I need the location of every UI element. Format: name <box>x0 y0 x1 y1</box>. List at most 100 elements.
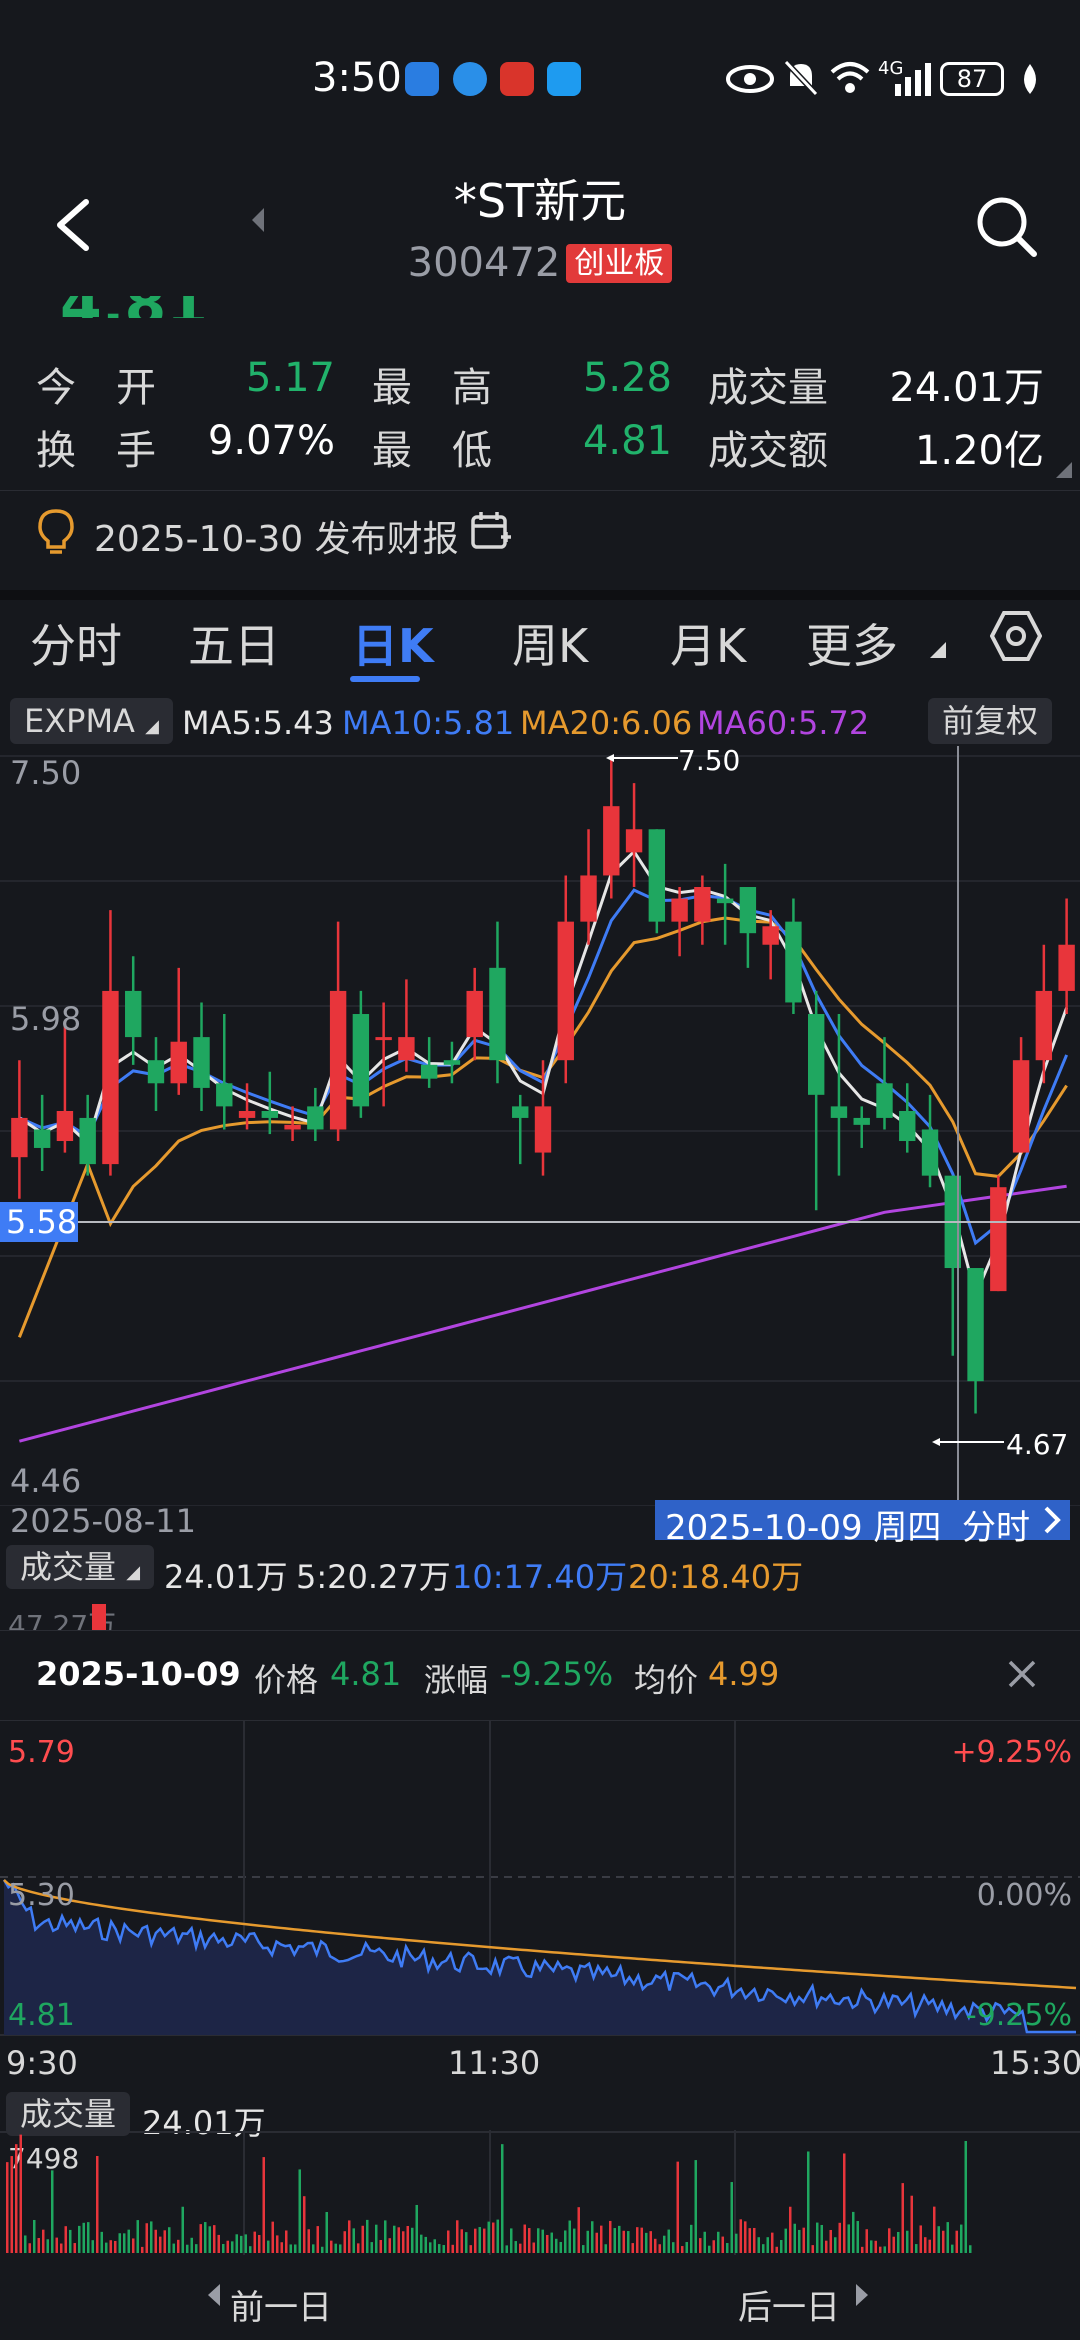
candle-body <box>580 875 597 922</box>
volume-indicator-select[interactable]: 成交量 ◢ <box>6 1545 155 1589</box>
volume-bar <box>64 2226 67 2253</box>
add-calendar-icon[interactable] <box>470 510 512 552</box>
volume-bar <box>915 2244 918 2253</box>
search-button[interactable] <box>972 192 1040 260</box>
volume-bar <box>465 2232 468 2253</box>
volume-bar <box>892 2236 895 2253</box>
volume-bar <box>195 2244 198 2253</box>
candle-body <box>307 1106 324 1130</box>
candle-body <box>216 1083 233 1107</box>
volume-bar <box>582 2245 585 2253</box>
candle-body <box>899 1111 916 1142</box>
volume-bar <box>280 2242 283 2253</box>
volume-bar <box>573 2228 576 2253</box>
volume-bar <box>55 2237 58 2253</box>
volume-bar <box>307 2229 310 2253</box>
volume-bar <box>222 2244 225 2253</box>
prev-day-arrow-icon <box>208 2284 220 2306</box>
volume-bar <box>190 2237 193 2253</box>
candle-body <box>193 1037 210 1088</box>
tab-month-k[interactable]: 月K <box>670 610 746 676</box>
candle-body <box>284 1124 301 1130</box>
close-button[interactable] <box>1002 1654 1042 1694</box>
volume-bar <box>10 2156 13 2253</box>
candle-body <box>56 1111 74 1142</box>
volume-bar <box>870 2240 873 2253</box>
tab-week-k[interactable]: 周K <box>512 610 588 676</box>
indicator-type-select[interactable]: EXPMA ◢ <box>10 698 173 744</box>
volume-bar <box>285 2230 288 2253</box>
volume-bar <box>793 2223 796 2253</box>
expand-corner-icon[interactable] <box>1056 462 1072 478</box>
tab-five-day[interactable]: 五日 <box>188 610 280 676</box>
volume-bar <box>321 2246 324 2253</box>
volume-bar <box>694 2160 697 2253</box>
volume-bar <box>163 2230 166 2253</box>
y-axis-mid: 5.98 <box>10 1000 81 1038</box>
volume-bar <box>618 2225 621 2253</box>
volume-bar <box>874 2240 877 2253</box>
volume-bar <box>834 2237 837 2253</box>
volume-bar <box>604 2244 607 2253</box>
open-label: 今 开 <box>36 365 156 411</box>
volume-bar <box>937 2226 940 2253</box>
volume-bar <box>946 2222 949 2253</box>
volume-bar <box>46 2239 49 2253</box>
volume-bar <box>150 2221 153 2253</box>
y-axis-top: 7.50 <box>10 754 81 792</box>
volume-bar <box>294 2244 297 2253</box>
candlesticks <box>11 760 1075 1414</box>
volume-bar <box>649 2231 652 2253</box>
volume-bar <box>856 2221 859 2253</box>
candle-body <box>170 1041 187 1084</box>
volume-bar <box>19 2134 22 2253</box>
tab-fenshi[interactable]: 分时 <box>30 610 122 676</box>
volume-bar <box>816 2222 819 2253</box>
y-axis-bottom: 4.46 <box>10 1462 81 1500</box>
volume-bar <box>141 2246 144 2253</box>
volume-bar <box>213 2225 216 2253</box>
tab-day-k[interactable]: 日K <box>352 610 434 676</box>
volume-bar <box>501 2144 504 2253</box>
volume-bar <box>523 2224 526 2253</box>
volume-bar <box>955 2230 958 2253</box>
volume-bar <box>807 2151 810 2253</box>
candle-body <box>671 898 688 922</box>
volume-bar <box>15 2144 18 2253</box>
volume-bar <box>298 2169 301 2253</box>
volume-bar <box>928 2239 931 2253</box>
volume-bar <box>105 2242 108 2253</box>
volume-bar <box>415 2204 418 2253</box>
candle-body <box>1035 990 1053 1061</box>
stock-title: *ST新元 <box>453 174 627 228</box>
volume-bar <box>82 2222 85 2253</box>
volume-label: 成交量 <box>708 365 828 411</box>
day-navigation <box>0 2265 1080 2340</box>
volume-bar <box>168 2227 171 2253</box>
time-start: 9:30 <box>6 2044 78 2082</box>
next-day-button[interactable]: 后一日 <box>738 2280 840 2329</box>
volume-bar <box>699 2238 702 2253</box>
candle-body <box>375 1037 392 1041</box>
candle-body <box>443 1060 461 1065</box>
candle-body <box>489 967 506 1061</box>
prev-day-button[interactable]: 前一日 <box>230 2280 332 2329</box>
fenshi-link[interactable]: 分时 <box>962 1500 1030 1549</box>
volume-bar <box>586 2230 589 2253</box>
kline-chart[interactable]: 7.50 5.98 4.46 5.58 7.50 4.67 <box>0 746 1080 1506</box>
candle-body <box>830 1106 848 1118</box>
volume-bar <box>703 2231 706 2253</box>
volume-bar <box>969 2245 972 2253</box>
adjust-select[interactable]: 前复权 <box>928 698 1053 744</box>
settings-hexagon-icon[interactable] <box>990 610 1042 662</box>
volume-bar <box>838 2222 841 2253</box>
volume-bar <box>663 2235 666 2253</box>
tab-more[interactable]: 更多 <box>806 610 898 676</box>
high-value: 5.28 <box>582 355 672 401</box>
candle-body <box>420 1064 438 1079</box>
candle-body <box>466 990 483 1038</box>
intraday-chart[interactable]: 5.79 5.30 4.81 +9.25% 0.00% -9.25% <box>0 1720 1080 2050</box>
volume-bar <box>766 2237 769 2253</box>
volume-bar <box>622 2230 625 2253</box>
candle-body <box>876 1083 893 1118</box>
